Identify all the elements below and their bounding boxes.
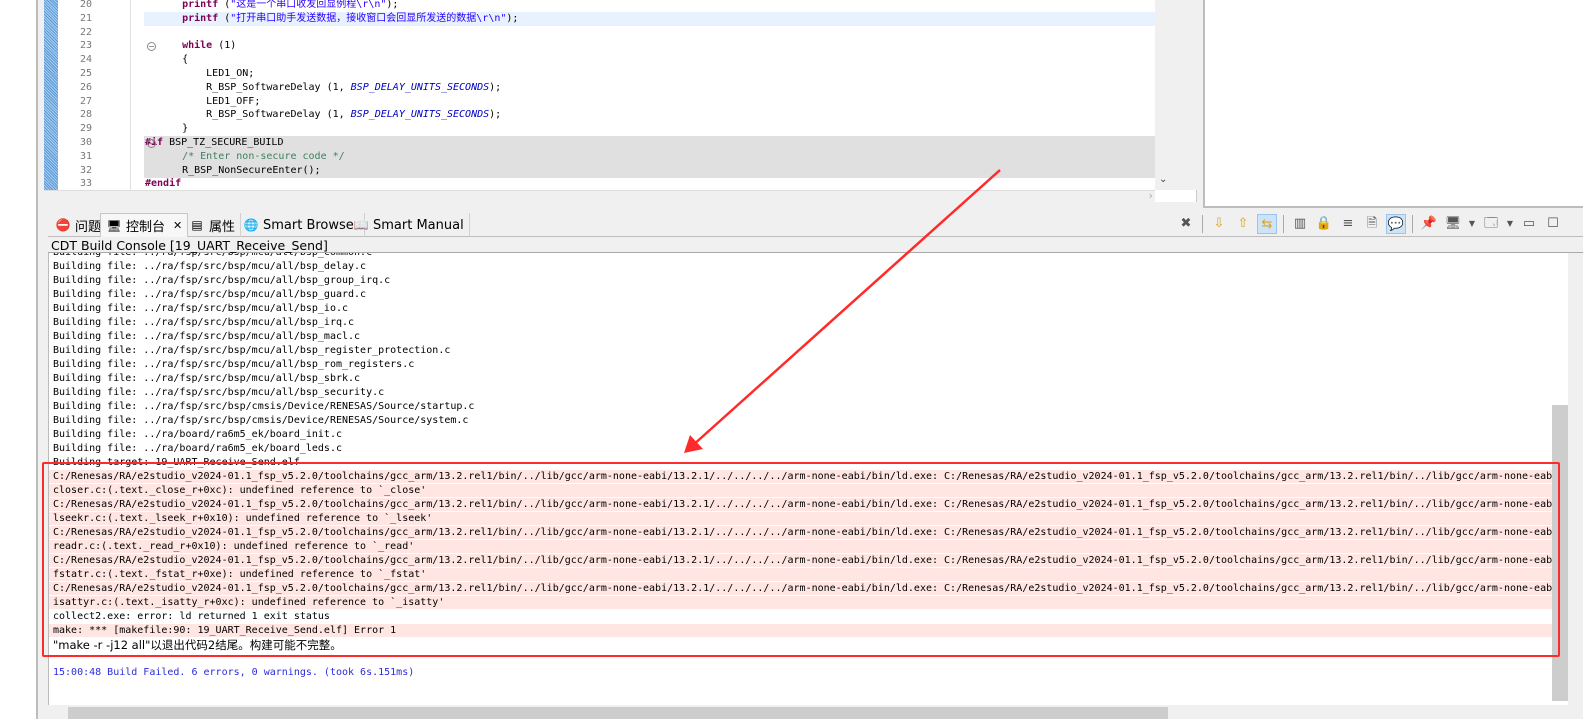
clear-console-icon[interactable]: 🗎 <box>1362 214 1382 234</box>
console-line: Building file: ../ra/fsp/src/bsp/mcu/all… <box>53 303 349 314</box>
tab-smart-manual[interactable]: 📖 Smart Manual <box>348 213 470 237</box>
editor-horizontal-scrollbar[interactable]: › <box>44 189 1155 202</box>
code-line[interactable]: while (1) <box>144 39 1155 53</box>
scroll-down-icon[interactable]: ⇩ <box>1209 214 1229 234</box>
line-number: 22 <box>80 26 93 38</box>
line-number: 25 <box>80 68 93 79</box>
console-line: Building file: ../ra/fsp/src/bsp/mcu/all… <box>53 373 361 384</box>
pin-console-icon[interactable]: 📌 <box>1419 214 1439 234</box>
word-wrap-icon[interactable]: ≡ <box>1338 214 1358 234</box>
console-line: 15:00:48 Build Failed. 6 errors, 0 warni… <box>53 667 415 678</box>
scroll-lock-icon[interactable]: ⇆ <box>1257 214 1277 234</box>
left-panel <box>0 0 38 719</box>
toolbar-separator <box>1412 215 1413 233</box>
line-number: 30 <box>80 137 93 148</box>
code-line[interactable]: #endif <box>144 177 1155 190</box>
code-line[interactable]: printf ("打开串口助手发送数据，接收窗口会回显所发送的数据\r\n"); <box>144 11 1155 26</box>
code-line[interactable]: LED1_OFF; <box>144 95 1155 109</box>
editor-vertical-scrollbar[interactable]: ⌄ <box>1155 0 1197 190</box>
open-console-icon[interactable]: 🗔 <box>1481 214 1501 234</box>
console-line: Building file: ../ra/fsp/src/bsp/cmsis/D… <box>53 415 469 426</box>
dropdown-arrow-icon[interactable]: ▼ <box>1467 214 1477 234</box>
line-number: 27 <box>80 95 93 107</box>
properties-icon: ▤ <box>191 218 203 232</box>
code-line[interactable]: } <box>144 122 1155 136</box>
close-icon[interactable]: ✕ <box>173 219 182 232</box>
outline-panel <box>1203 0 1583 208</box>
code-area[interactable]: printf ("这是一个串口收发回显例程\r\n"); printf ("打开… <box>144 0 1155 190</box>
code-line[interactable]: #if BSP_TZ_SECURE_BUILD <box>144 136 1155 150</box>
line-number: 26 <box>80 81 93 93</box>
tab-console[interactable]: 🖥 控制台 ✕ <box>100 213 189 237</box>
console-line: Building file: ../ra/fsp/src/bsp/mcu/all… <box>53 289 367 300</box>
tab-properties[interactable]: ▤ 属性 <box>184 213 242 237</box>
code-line[interactable]: R_BSP_SoftwareDelay (1, BSP_DELAY_UNITS_… <box>144 108 1155 122</box>
console-line: Building file: ../ra/fsp/src/bsp/mcu/all… <box>53 387 385 398</box>
console-line: Building file: ../ra/fsp/src/bsp/mcu/all… <box>53 261 367 272</box>
line-number: 29 <box>80 123 93 135</box>
tab-label: Smart Browser <box>263 217 360 233</box>
tab-smart-browser[interactable]: 🌐 Smart Browser <box>238 213 366 237</box>
line-number: 23 <box>80 40 93 52</box>
save-console-icon[interactable]: ▥ <box>1290 214 1310 234</box>
line-number: 32 <box>80 164 93 176</box>
console-line: Building file: ../ra/board/ra6m5_ek/boar… <box>53 429 342 440</box>
console-line: Building file: ../ra/fsp/src/bsp/mcu/all… <box>53 345 451 356</box>
display-console-icon[interactable]: 🖥 <box>1443 214 1463 234</box>
console-line: Building file: ../ra/fsp/src/bsp/mcu/all… <box>49 253 1553 260</box>
line-number: 28 <box>80 109 93 121</box>
dropdown-arrow-icon[interactable]: ▼ <box>1505 214 1515 234</box>
problems-icon: ⛔ <box>55 218 71 232</box>
scrollbar-thumb[interactable] <box>68 707 1168 719</box>
toolbar-separator <box>1202 215 1203 233</box>
smart-browser-icon: 🌐 <box>243 218 259 232</box>
code-line[interactable]: printf ("这是一个串口收发回显例程\r\n"); <box>144 0 1155 12</box>
tab-label: Smart Manual <box>373 217 464 233</box>
minimize-icon[interactable]: ▭ <box>1519 214 1539 234</box>
code-line[interactable]: LED1_ON; <box>144 67 1155 81</box>
smart-manual-icon: 📖 <box>353 218 369 232</box>
code-line[interactable]: /* Enter non-secure code */ <box>144 149 1155 164</box>
console-horizontal-scrollbar[interactable] <box>48 705 1568 719</box>
code-editor[interactable]: 20 21 22 23 24 25 26 27 28 29 30 31 32 33 printf ("这是… <box>44 0 1197 202</box>
tab-label: 问题 <box>75 219 102 235</box>
tab-label: 属性 <box>209 219 236 235</box>
console-line: Building file: ../ra/fsp/src/bsp/mcu/all… <box>53 331 361 342</box>
console-line: Building file: ../ra/board/ra6m5_ek/boar… <box>53 443 342 454</box>
fold-toggle-icon[interactable]: − <box>147 42 156 52</box>
chevron-right-icon[interactable]: › <box>1149 189 1153 202</box>
gutter-divider <box>130 0 131 190</box>
line-number: 20 <box>80 0 93 10</box>
console-line: Building file: ../ra/fsp/src/bsp/cmsis/D… <box>53 401 475 412</box>
line-number: 24 <box>80 54 93 66</box>
toolbar-separator <box>1283 215 1284 233</box>
show-console-on-output-icon[interactable]: 💬 <box>1386 214 1406 234</box>
line-numbers: 20 21 22 23 24 25 26 27 28 29 30 31 32 33 <box>58 0 130 190</box>
console-title: CDT Build Console [19_UART_Receive_Send] <box>48 237 1583 253</box>
line-number: 31 <box>80 150 93 162</box>
console-line: Building file: ../ra/fsp/src/bsp/mcu/all… <box>53 359 415 370</box>
remove-all-terminated-icon[interactable]: ✖ <box>1176 214 1196 234</box>
tab-problems[interactable]: ⛔ 问题 <box>50 213 108 237</box>
console-line: Building file: ../ra/fsp/src/bsp/mcu/all… <box>53 275 391 286</box>
fold-toggle-icon[interactable]: − <box>147 139 156 148</box>
lock-console-icon[interactable]: 🔒 <box>1314 214 1334 234</box>
chevron-down-icon[interactable]: ⌄ <box>1159 174 1167 185</box>
scroll-up-icon[interactable]: ⇧ <box>1233 214 1253 234</box>
maximize-icon[interactable]: ☐ <box>1543 214 1563 234</box>
console-icon: 🖥 <box>106 218 122 233</box>
code-line[interactable]: R_BSP_NonSecureEnter(); <box>144 163 1155 178</box>
console-toolbar: ✖ ⇩ ⇧ ⇆ ▥ 🔒 ≡ 🗎 💬 📌 🖥 ▼ 🗔 ▼ ▭ ☐ <box>1176 214 1563 234</box>
tab-label: 控制台 <box>126 220 166 235</box>
code-line[interactable]: { <box>144 53 1155 67</box>
code-line[interactable]: R_BSP_SoftwareDelay (1, BSP_DELAY_UNITS_… <box>144 81 1155 95</box>
console-line: Building file: ../ra/fsp/src/bsp/mcu/all… <box>53 317 355 328</box>
line-number: 21 <box>80 12 93 24</box>
code-line[interactable] <box>144 26 1155 40</box>
overview-ruler <box>44 0 58 190</box>
annotation-highlight-box <box>42 462 1560 657</box>
